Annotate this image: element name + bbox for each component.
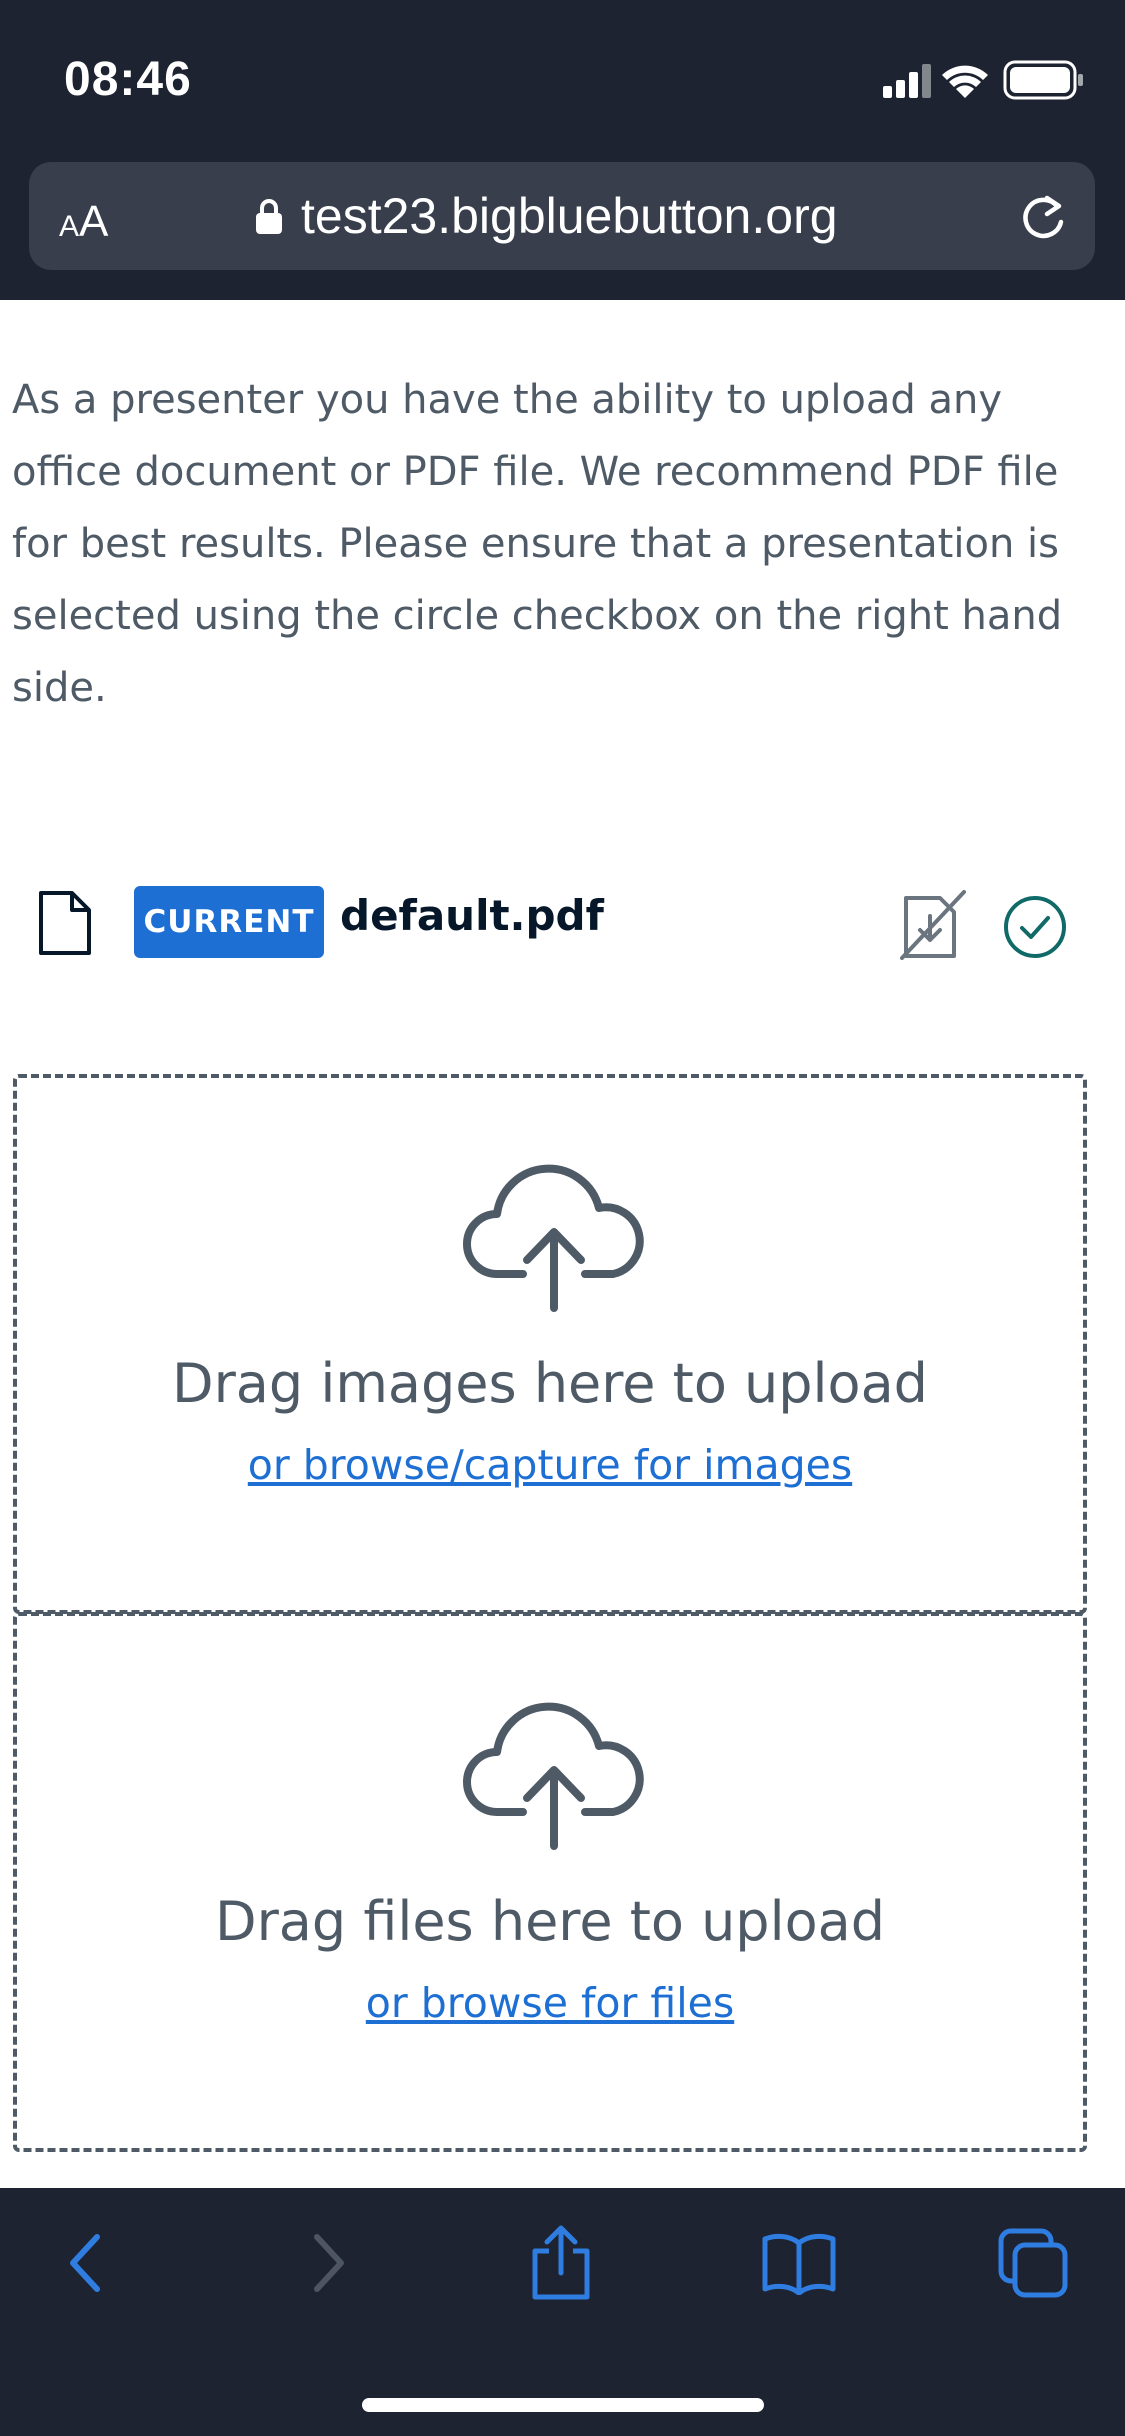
presentation-list-item[interactable]: CURRENT default.pdf bbox=[0, 860, 1125, 960]
cloud-upload-icon bbox=[463, 1702, 644, 1850]
presentation-upload-panel: As a presenter you have the ability to u… bbox=[0, 300, 1125, 2188]
url-text: test23.bigbluebutton.org bbox=[301, 188, 838, 244]
image-dropzone-title: Drag images here to upload bbox=[172, 1352, 928, 1415]
bookmarks-icon bbox=[762, 2233, 836, 2295]
current-badge: CURRENT bbox=[134, 886, 324, 958]
lock-icon bbox=[256, 199, 282, 234]
back-icon bbox=[70, 2234, 100, 2292]
text-size-small-label: A bbox=[59, 210, 80, 243]
share-button[interactable] bbox=[516, 2218, 606, 2308]
file-name: default.pdf bbox=[340, 891, 604, 940]
image-dropzone[interactable]: Drag images here to upload or browse/cap… bbox=[13, 1074, 1087, 1614]
download-disabled-icon[interactable] bbox=[898, 888, 968, 960]
share-icon bbox=[532, 2225, 590, 2300]
file-icon bbox=[39, 891, 91, 955]
wifi-icon bbox=[942, 65, 988, 98]
browser-bottom-toolbar bbox=[0, 2188, 1125, 2436]
forward-button[interactable] bbox=[282, 2218, 372, 2308]
cloud-upload-icon bbox=[463, 1164, 644, 1312]
text-size-large-label: A bbox=[79, 197, 109, 246]
file-dropzone-title: Drag files here to upload bbox=[215, 1890, 885, 1953]
status-time: 08:46 bbox=[64, 53, 192, 106]
url-display[interactable]: test23.bigbluebutton.org bbox=[255, 184, 838, 248]
file-dropzone[interactable]: Drag files here to upload or browse for … bbox=[13, 1612, 1087, 2152]
cellular-signal-icon bbox=[883, 64, 931, 98]
status-icons bbox=[883, 60, 1083, 100]
forward-icon bbox=[314, 2234, 344, 2292]
home-indicator[interactable] bbox=[362, 2398, 764, 2412]
upload-instructions: As a presenter you have the ability to u… bbox=[12, 377, 1063, 711]
bookmarks-button[interactable] bbox=[754, 2218, 844, 2308]
address-bar[interactable]: A A test23.bigbluebutton.org bbox=[29, 162, 1095, 270]
text-size-button[interactable]: A A bbox=[59, 190, 129, 246]
browse-files-link[interactable]: or browse for files bbox=[17, 1978, 1083, 2028]
reload-icon[interactable] bbox=[1017, 192, 1069, 244]
browse-images-link[interactable]: or browse/capture for images bbox=[17, 1440, 1083, 1490]
tabs-icon bbox=[998, 2228, 1068, 2298]
browser-top-chrome: 08:46 A A test23.bigbluebutton.org bbox=[0, 0, 1125, 300]
back-button[interactable] bbox=[42, 2218, 132, 2308]
battery-icon bbox=[1003, 60, 1083, 100]
check-circle-icon[interactable] bbox=[1002, 894, 1068, 960]
tabs-button[interactable] bbox=[988, 2218, 1078, 2308]
